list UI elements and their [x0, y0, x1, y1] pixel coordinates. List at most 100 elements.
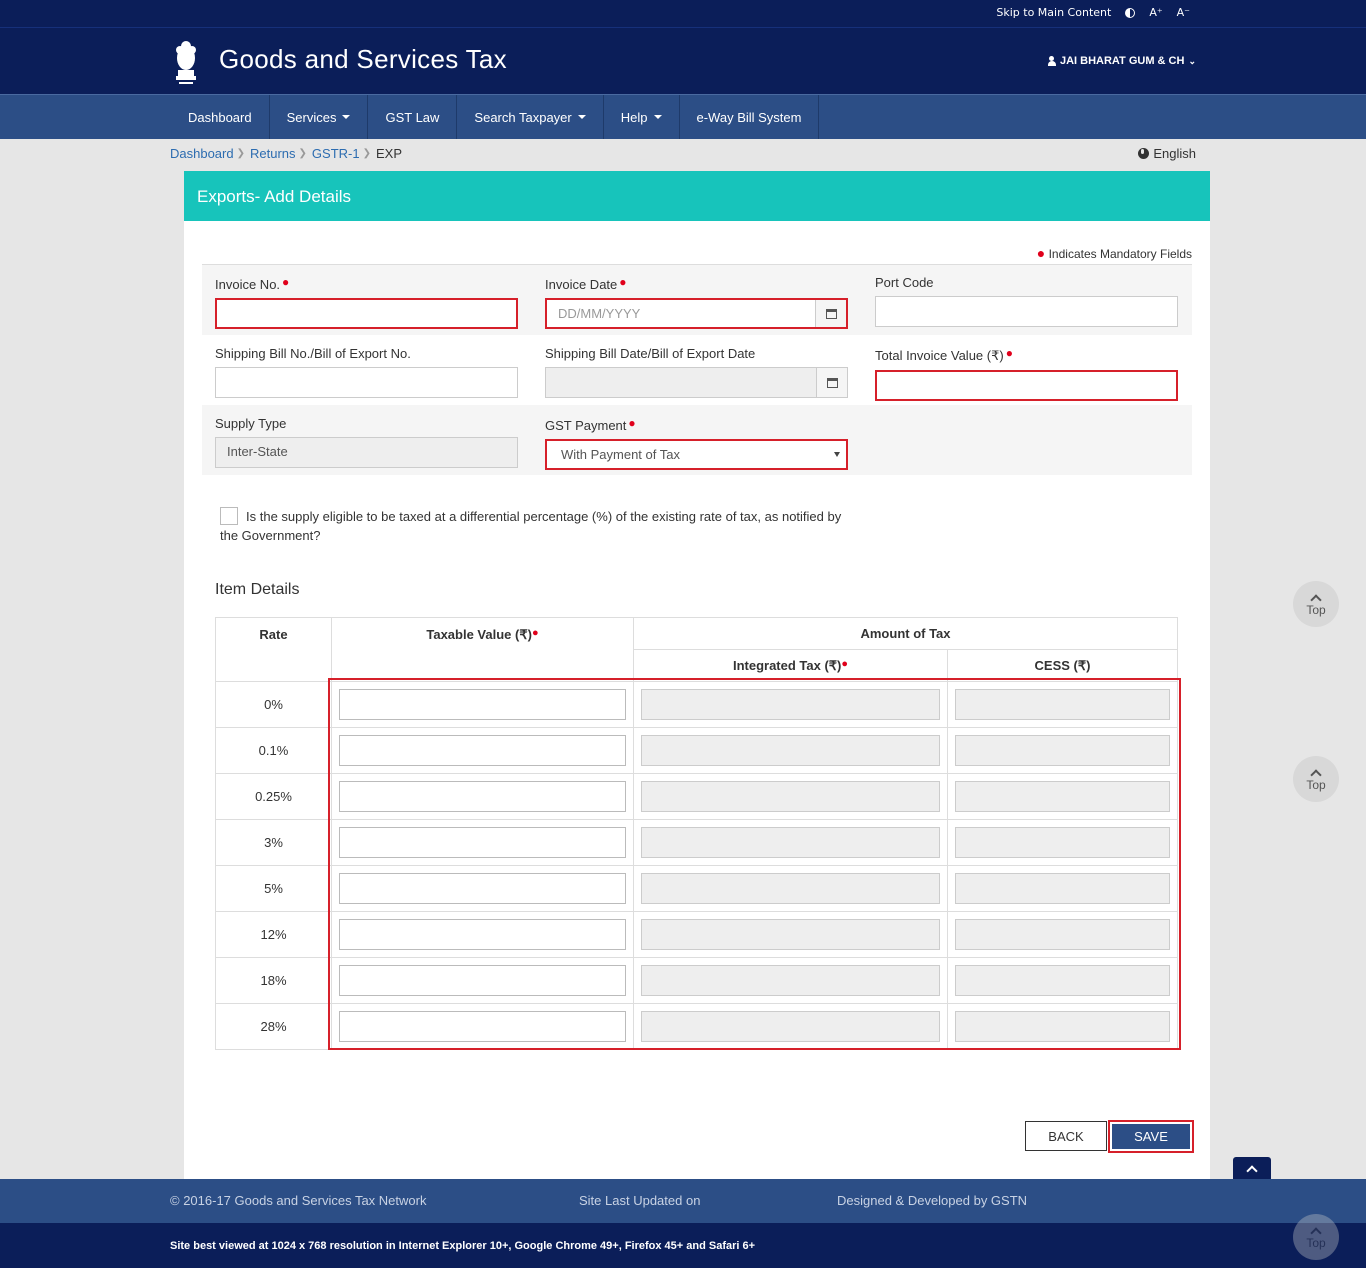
form-area: Invoice No. ● Invoice Date ● DD/MM/YYYY Po… — [202, 264, 1192, 476]
differential-rate-option: Is the supply eligible to be taxed at a … — [220, 507, 860, 545]
shipping-bill-date-field: Shipping Bill Date/Bill of Export Date — [545, 346, 848, 398]
nav-item-help[interactable]: Help — [604, 95, 680, 139]
cess-input — [955, 781, 1170, 812]
taxable-value-input[interactable] — [339, 689, 626, 720]
taxable-value-input[interactable] — [339, 781, 626, 812]
footer-designed: Designed & Developed by GSTN — [837, 1193, 1028, 1208]
rate-cell: 18% — [215, 957, 332, 1004]
skip-to-main-link[interactable]: Skip to Main Content — [996, 6, 1111, 19]
footer-top-tab[interactable] — [1233, 1157, 1271, 1181]
caret-down-icon — [834, 452, 840, 457]
calendar-icon — [826, 377, 838, 388]
cess-header: CESS (₹) — [947, 649, 1178, 682]
table-row: 12% — [215, 911, 1178, 958]
taxable-value-input[interactable] — [339, 827, 626, 858]
footer-updated: Site Last Updated on — [579, 1193, 701, 1208]
calendar-button[interactable] — [815, 300, 846, 327]
exports-card: Exports- Add Details ● Indicates Mandato… — [184, 171, 1210, 1179]
shipping-bill-no-field: Shipping Bill No./Bill of Export No. — [215, 346, 518, 398]
nav-item-e-way-bill-system[interactable]: e-Way Bill System — [680, 95, 820, 139]
differential-rate-label: Is the supply eligible to be taxed at a … — [220, 509, 842, 543]
taxable-value-input[interactable] — [339, 735, 626, 766]
integrated-tax-input — [641, 919, 940, 950]
site-title[interactable]: Goods and Services Tax — [219, 44, 507, 75]
shipping-bill-no-input[interactable] — [215, 367, 518, 398]
main-nav: Dashboard Services GST Law Search Taxpayer H… — [0, 94, 1366, 139]
invoice-date-field: Invoice Date ● DD/MM/YYYY — [545, 275, 848, 329]
gst-payment-select[interactable]: With Payment of Tax — [545, 439, 848, 470]
amount-of-tax-header: Amount of Tax — [633, 617, 1178, 650]
footer-bottom: Site best viewed at 1024 x 768 resolutio… — [0, 1223, 1366, 1268]
contrast-icon[interactable] — [1125, 7, 1136, 18]
site-header: Goods and Services Tax JAI BHARAT GUM & … — [0, 27, 1366, 94]
port-code-input[interactable] — [875, 296, 1178, 327]
table-row: 28% — [215, 1003, 1178, 1050]
integrated-tax-input — [641, 735, 940, 766]
cess-input — [955, 873, 1170, 904]
differential-rate-checkbox[interactable] — [220, 507, 238, 525]
integrated-tax-input — [641, 1011, 940, 1042]
table-row: 3% — [215, 819, 1178, 866]
supply-type-field: Supply Type Inter-State — [215, 416, 518, 468]
cess-input — [955, 965, 1170, 996]
cess-input — [955, 735, 1170, 766]
integrated-tax-header: Integrated Tax (₹)● — [633, 649, 948, 682]
table-row: 0% — [215, 681, 1178, 728]
total-invoice-value-field: Total Invoice Value (₹) ● — [875, 346, 1178, 401]
save-button[interactable]: SAVE — [1108, 1120, 1194, 1153]
port-code-field: Port Code — [875, 275, 1178, 327]
nav-item-gst-law[interactable]: GST Law — [368, 95, 458, 139]
scroll-top-button[interactable]: Top — [1293, 756, 1339, 802]
invoice-no-input[interactable] — [215, 298, 518, 329]
user-menu[interactable]: JAI BHARAT GUM & CH ⌄ — [1047, 55, 1196, 67]
footer-copyright: © 2016-17 Goods and Services Tax Network — [170, 1193, 427, 1208]
breadcrumb-dashboard[interactable]: Dashboard — [170, 146, 234, 161]
integrated-tax-input — [641, 965, 940, 996]
font-decrease-button[interactable]: A⁻ — [1177, 6, 1190, 19]
rate-cell: 0% — [215, 681, 332, 728]
table-row: 5% — [215, 865, 1178, 912]
rate-header: Rate — [215, 617, 332, 682]
caret-down-icon — [342, 115, 351, 119]
taxable-value-input[interactable] — [339, 965, 626, 996]
integrated-tax-input — [641, 689, 940, 720]
nav-item-dashboard[interactable]: Dashboard — [170, 95, 270, 139]
rate-cell: 0.25% — [215, 773, 332, 820]
breadcrumb: Dashboard ❯ Returns ❯ GSTR-1 ❯ EXP — [170, 146, 402, 161]
breadcrumb-returns[interactable]: Returns — [250, 146, 296, 161]
cess-input — [955, 689, 1170, 720]
supply-type-input: Inter-State — [215, 437, 518, 468]
user-name: JAI BHARAT GUM & CH — [1059, 55, 1185, 67]
total-invoice-value-input[interactable] — [875, 370, 1178, 401]
breadcrumb-gstr1[interactable]: GSTR-1 — [312, 146, 360, 161]
footer-main: © 2016-17 Goods and Services Tax Network… — [0, 1179, 1366, 1223]
taxable-value-header: Taxable Value (₹)● — [331, 617, 634, 682]
gst-payment-field: GST Payment ● With Payment of Tax — [545, 416, 848, 470]
cess-input — [955, 827, 1170, 858]
cess-input — [955, 1011, 1170, 1042]
caret-down-icon — [653, 115, 662, 119]
back-button[interactable]: BACK — [1025, 1121, 1107, 1151]
chevron-up-icon — [1246, 1165, 1258, 1177]
shipping-bill-date-input[interactable] — [545, 367, 848, 398]
rate-cell: 0.1% — [215, 727, 332, 774]
scroll-top-button[interactable]: Top — [1293, 1214, 1339, 1260]
table-row: 0.1% — [215, 727, 1178, 774]
caret-down-icon — [577, 115, 586, 119]
rate-cell: 3% — [215, 819, 332, 866]
calendar-button[interactable] — [816, 368, 847, 397]
invoice-date-input[interactable]: DD/MM/YYYY — [545, 298, 848, 329]
invoice-no-field: Invoice No. ● — [215, 275, 518, 329]
rate-cell: 28% — [215, 1003, 332, 1050]
nav-item-services[interactable]: Services — [270, 95, 369, 139]
cess-input — [955, 919, 1170, 950]
scroll-top-button[interactable]: Top — [1293, 581, 1339, 627]
item-details-table: Rate Taxable Value (₹)● Amount of Tax In… — [215, 617, 1178, 1050]
taxable-value-input[interactable] — [339, 873, 626, 904]
integrated-tax-input — [641, 873, 940, 904]
nav-item-search-taxpayer[interactable]: Search Taxpayer — [457, 95, 604, 139]
font-increase-button[interactable]: A⁺ — [1149, 6, 1162, 19]
taxable-value-input[interactable] — [339, 1011, 626, 1042]
language-selector[interactable]: English — [1138, 146, 1196, 161]
taxable-value-input[interactable] — [339, 919, 626, 950]
